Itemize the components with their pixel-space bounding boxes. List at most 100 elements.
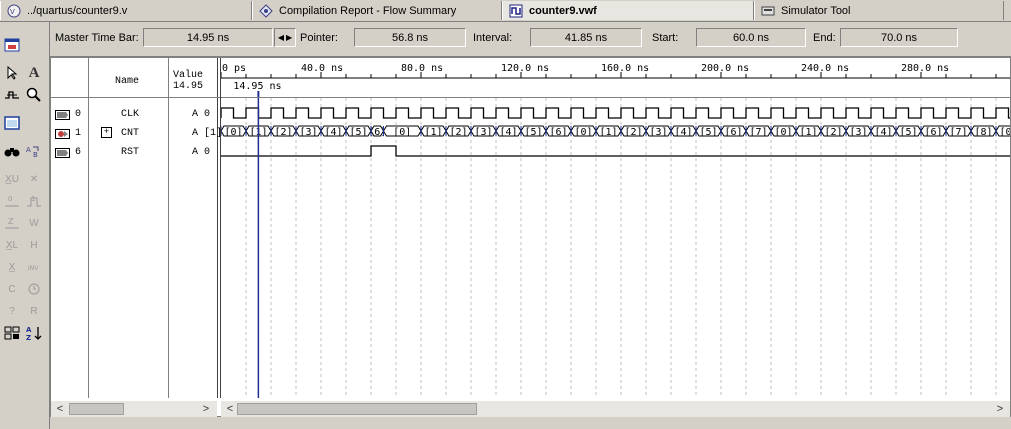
window-icon[interactable] xyxy=(2,36,22,54)
cnt-bus-value-label: [3] xyxy=(849,127,867,138)
cnt-bus-value-label: [6] xyxy=(924,127,942,138)
signal-row-cnt[interactable]: 1 + CNT A [1] xyxy=(51,125,222,143)
cnt-bus-value-label: [7] xyxy=(949,127,967,138)
dont-care-icon[interactable]: X̲ xyxy=(2,258,22,276)
cnt-bus-value-label: [0] xyxy=(393,127,411,138)
signal-row-clk[interactable]: 0 CLK A 0 xyxy=(51,106,220,124)
forcing-high-icon[interactable]: 1 xyxy=(24,192,44,210)
cnt-bus-value-label: [4] xyxy=(874,127,892,138)
cnt-bus-value-label: [3] xyxy=(649,127,667,138)
tab-compilation-report[interactable]: Compilation Report - Flow Summary xyxy=(252,1,502,20)
waveform-area[interactable]: [0] [1] [2] [3] [4] [5] [6] [0] [1] [2] [3] [4] [5] [… xyxy=(221,98,1010,398)
rst-waveform xyxy=(221,145,1010,157)
value-header-label: Value xyxy=(173,70,204,81)
invert-icon[interactable]: INV xyxy=(24,258,44,276)
start-label: Start: xyxy=(652,32,679,44)
zoom-icon[interactable] xyxy=(24,86,44,104)
tab-label: counter9.vwf xyxy=(529,4,597,17)
cnt-bus-value-label: [0] xyxy=(774,127,792,138)
signal-row-rst[interactable]: 6 RST A 0 xyxy=(51,144,220,162)
cnt-bus-value-label: [2] xyxy=(449,127,467,138)
name-column-header[interactable]: Name xyxy=(115,76,139,87)
cnt-bus-value-label: [0] xyxy=(224,127,242,138)
signal-index: 0 xyxy=(75,109,82,120)
ruler-tick-label: 0 ps xyxy=(222,63,246,74)
pointer-label: Pointer: xyxy=(300,32,338,44)
arrow-right-icon[interactable]: ▶ xyxy=(286,33,292,42)
tab-verilog-file[interactable]: V ../quartus/counter9.v xyxy=(0,1,252,20)
cnt-bus-value-label: [0] xyxy=(574,127,592,138)
master-time-bar-arrows[interactable]: ◀ ▶ xyxy=(274,28,296,47)
ruler-tick-label: 160.0 ns xyxy=(601,63,649,74)
ruler-tick-label: 200.0 ns xyxy=(701,63,749,74)
random-values-icon[interactable]: R xyxy=(24,302,44,320)
time-ruler[interactable]: 0 ps 40.0 ns 80.0 ns 120.0 ns 160.0 ns 200.0 … xyxy=(221,58,1010,97)
scroll-right-icon[interactable]: > xyxy=(199,401,213,417)
scroll-right-icon[interactable]: > xyxy=(993,401,1007,417)
expand-icon[interactable]: + xyxy=(101,127,112,138)
ruler-tick-label: 240.0 ns xyxy=(801,63,849,74)
time-bar: Master Time Bar: 14.95 ns ◀ ▶ Pointer: 56… xyxy=(50,22,1011,57)
uninitialized-icon[interactable]: X̲U xyxy=(2,170,22,188)
document-tab-bar: V ../quartus/counter9.v Compilation Repo… xyxy=(0,0,1011,22)
forcing-unknown-icon[interactable]: ✕ xyxy=(24,170,44,188)
snap-to-grid-icon[interactable] xyxy=(2,324,22,342)
waveform-edit-icon[interactable] xyxy=(2,86,22,104)
tab-simulator-tool[interactable]: Simulator Tool xyxy=(754,1,1004,20)
text-tool-icon[interactable]: A xyxy=(24,64,44,82)
forcing-low-icon[interactable]: 0 xyxy=(2,192,22,210)
master-time-cursor-label: 14.95 ns xyxy=(233,81,281,92)
cnt-bus-value-label: [4] xyxy=(674,127,692,138)
verilog-file-icon: V xyxy=(7,4,21,18)
ruler-tick-label: 40.0 ns xyxy=(301,63,343,74)
sort-icon[interactable]: AZ xyxy=(24,324,44,342)
name-horizontal-scrollbar[interactable]: < > xyxy=(51,401,217,417)
waveform-horizontal-scrollbar[interactable]: < > xyxy=(221,401,1010,417)
cnt-bus-value-label: [3] xyxy=(299,127,317,138)
scrollbar-thumb[interactable] xyxy=(69,403,124,415)
svg-text:0: 0 xyxy=(8,195,12,203)
selection-tool-icon[interactable] xyxy=(2,64,22,82)
tab-label: Compilation Report - Flow Summary xyxy=(279,4,457,17)
signal-value: A 0 xyxy=(192,109,211,120)
value-header-time: 14.95 xyxy=(173,81,204,92)
weak-unknown-icon[interactable]: W xyxy=(24,214,44,232)
tab-waveform-file[interactable]: counter9.vwf xyxy=(502,1,754,20)
start-field: 60.0 ns xyxy=(696,28,806,47)
count-value-icon[interactable]: C xyxy=(2,280,22,298)
cnt-bus-value-label: [5] xyxy=(899,127,917,138)
cnt-bus-value-label: [4] xyxy=(324,127,342,138)
svg-text:A: A xyxy=(26,326,32,334)
scroll-left-icon[interactable]: < xyxy=(223,401,237,417)
high-impedance-icon[interactable]: Z xyxy=(2,214,22,232)
replace-icon[interactable]: AB xyxy=(24,142,44,160)
cnt-bus-value-label: [5] xyxy=(699,127,717,138)
arbitrary-value-icon[interactable]: ? xyxy=(2,302,22,320)
cnt-bus-value-label: [2] xyxy=(274,127,292,138)
scroll-left-icon[interactable]: < xyxy=(53,401,67,417)
svg-text:B: B xyxy=(33,151,38,158)
weak-high-icon[interactable]: H xyxy=(24,236,44,254)
report-icon xyxy=(259,3,273,18)
interval-field: 41.85 ns xyxy=(530,28,642,47)
scrollbar-thumb[interactable] xyxy=(237,403,477,415)
waveform-toolbar: A AB X̲U ✕ 0 1 Z W X̲L H X̲ INV C ? R AZ xyxy=(0,22,50,429)
full-screen-icon[interactable] xyxy=(2,114,22,132)
master-time-bar-field[interactable]: 14.95 ns xyxy=(143,28,273,47)
arrow-left-icon[interactable]: ◀ xyxy=(278,33,284,42)
svg-text:Z: Z xyxy=(8,217,14,226)
input-pin-icon xyxy=(55,110,77,120)
cnt-bus-value-label: [1] xyxy=(799,127,817,138)
interval-label: Interval: xyxy=(473,32,513,44)
overwrite-clock-icon[interactable] xyxy=(24,280,44,298)
weak-low-icon[interactable]: X̲L xyxy=(2,236,22,254)
value-column-header[interactable]: Value 14.95 xyxy=(173,70,203,92)
signal-index: 1 xyxy=(75,128,82,139)
cnt-bus-value-label: [6] xyxy=(724,127,742,138)
cnt-bus-value-label: [3] xyxy=(474,127,492,138)
find-icon[interactable] xyxy=(2,142,22,160)
waveform-file-icon xyxy=(509,4,523,18)
tab-label: Simulator Tool xyxy=(781,4,851,17)
cnt-bus-value-label: [5] xyxy=(524,127,542,138)
tab-label: ../quartus/counter9.v xyxy=(27,4,128,17)
